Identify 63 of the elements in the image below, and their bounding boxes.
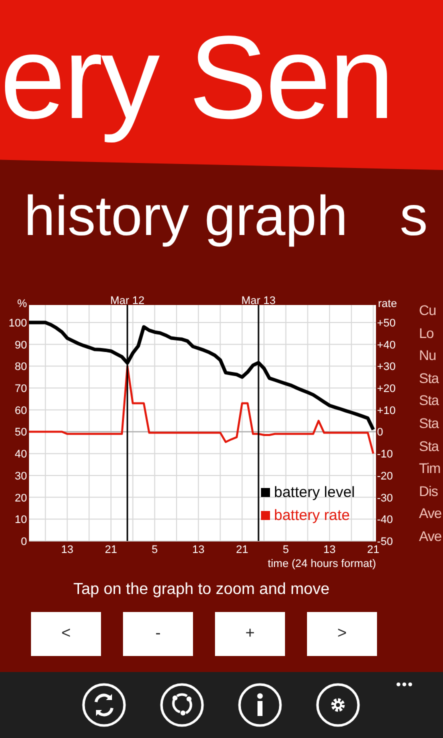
axis-label: 0 — [377, 426, 384, 439]
axis-label: 90 — [14, 339, 27, 352]
axis-label: 13 — [192, 544, 205, 556]
axis-label: 100 — [8, 317, 27, 330]
more-button[interactable]: ••• — [396, 674, 414, 695]
axis-label: 13 — [61, 544, 74, 556]
settings-icon[interactable] — [316, 683, 360, 727]
date-label: Mar 13 — [241, 295, 276, 307]
share-icon[interactable] — [160, 683, 204, 727]
control-button[interactable]: - — [123, 612, 193, 656]
axis-label: 20 — [14, 492, 27, 504]
hint-text: Tap on the graph to zoom and move — [72, 580, 331, 600]
date-label: Mar 12 — [110, 295, 144, 307]
legend-swatch — [261, 488, 270, 497]
stat-label: Ave — [419, 504, 442, 524]
control-button[interactable]: + — [215, 612, 285, 656]
stat-label: Sta — [419, 436, 439, 456]
axis-label: 13 — [323, 544, 336, 556]
axis-label: 21 — [104, 544, 118, 556]
axis-label: 40 — [14, 448, 27, 461]
pivot-header[interactable]: s — [400, 184, 428, 248]
axis-label: 80 — [14, 361, 27, 374]
stat-label: Ave — [419, 526, 442, 546]
axis-label: +40 — [377, 339, 396, 352]
stat-label: Lo — [419, 324, 434, 343]
legend-swatch — [261, 511, 270, 520]
pivot-header[interactable]: history graph — [24, 184, 348, 248]
stat-label: Sta — [419, 368, 439, 388]
app-title: ery Sen — [0, 11, 393, 146]
axis-label: -50 — [377, 536, 393, 548]
axis-label: -10 — [377, 448, 393, 461]
axis-label: 21 — [236, 544, 248, 556]
axis-title: rate — [378, 298, 397, 310]
control-button[interactable]: > — [307, 612, 377, 656]
control-button[interactable]: < — [31, 612, 101, 656]
axis-label: +10 — [377, 404, 396, 417]
axis-label: 21 — [367, 544, 380, 556]
axis-label: +50 — [377, 317, 396, 330]
axis-label: 10 — [14, 514, 27, 526]
stat-label: Nu — [419, 346, 436, 366]
info-icon[interactable] — [238, 683, 282, 727]
axis-label: 30 — [14, 470, 27, 482]
axis-label: 5 — [282, 544, 289, 556]
axis-label: +30 — [377, 361, 396, 374]
stat-label: Tim — [419, 459, 440, 478]
axis-title: time (24 hours format) — [268, 558, 376, 570]
legend-label: battery rate — [274, 507, 350, 524]
stat-label: Dis — [419, 482, 438, 501]
axis-label: 50 — [14, 426, 27, 439]
axis-label: 0 — [20, 536, 27, 548]
axis-label: +20 — [377, 383, 396, 396]
axis-title: % — [17, 298, 27, 310]
axis-label: -30 — [377, 492, 393, 504]
axis-label: 5 — [152, 544, 158, 556]
stat-label: Sta — [419, 414, 439, 433]
axis-label: 70 — [14, 383, 27, 396]
refresh-icon[interactable] — [82, 683, 126, 727]
legend-label: battery level — [274, 484, 355, 501]
stat-label: Cu — [419, 301, 436, 320]
axis-label: -40 — [377, 514, 393, 526]
axis-label: -20 — [377, 470, 393, 482]
stat-label: Sta — [419, 391, 439, 410]
axis-label: 60 — [14, 404, 27, 417]
